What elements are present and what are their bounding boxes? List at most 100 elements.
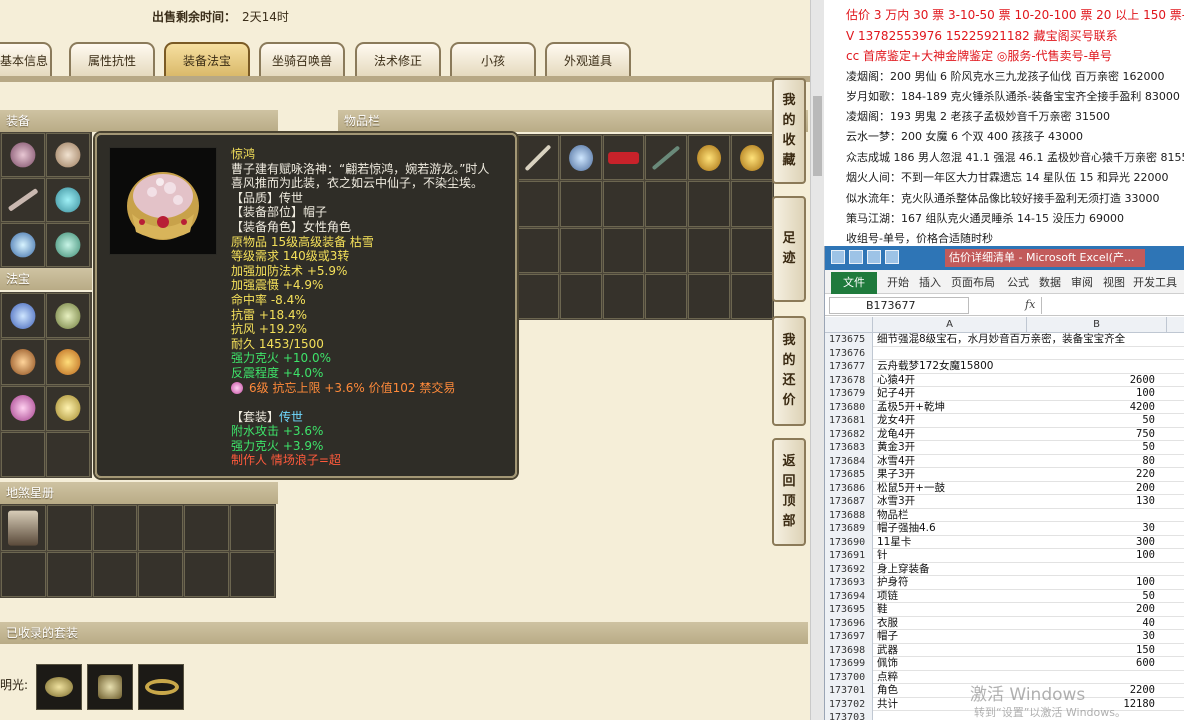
cell-b[interactable]: 80 <box>1027 455 1155 468</box>
inventory-slot[interactable] <box>645 135 688 181</box>
cell-a[interactable]: 心猿4开 <box>877 374 1027 387</box>
inventory-slot[interactable] <box>602 135 645 181</box>
equip-slot[interactable] <box>1 178 45 222</box>
row-number[interactable]: 173701 <box>825 684 873 698</box>
treasure-slot[interactable] <box>1 339 45 385</box>
scrollbar-thumb[interactable] <box>813 96 822 176</box>
cell-b[interactable]: 200 <box>1027 603 1155 616</box>
suit-item[interactable] <box>36 664 82 710</box>
row-number[interactable]: 173679 <box>825 387 873 401</box>
inventory-slot[interactable] <box>731 273 773 319</box>
inventory-slot[interactable] <box>517 273 559 319</box>
inventory-slot[interactable] <box>645 227 688 273</box>
row-number[interactable]: 173698 <box>825 643 873 657</box>
ribbon-tab-developer[interactable]: 开发工具 <box>1133 274 1177 290</box>
cell-a[interactable]: 妃子4开 <box>877 387 1027 400</box>
inventory-slot[interactable] <box>688 273 731 319</box>
cell-a[interactable]: 果子3开 <box>877 468 1027 481</box>
cell-a[interactable]: 针 <box>877 549 1027 562</box>
select-all-corner[interactable] <box>825 317 873 333</box>
suit-item[interactable] <box>138 664 184 710</box>
row-number[interactable]: 173702 <box>825 697 873 711</box>
row-number[interactable]: 173680 <box>825 400 873 414</box>
sheet-row[interactable]: 173675 细节强混8级宝石，水月妙音百万亲密，装备宝宝齐全 <box>825 333 1184 347</box>
row-number[interactable]: 173693 <box>825 576 873 590</box>
inventory-slot[interactable] <box>559 273 602 319</box>
equip-slot[interactable] <box>46 178 90 222</box>
footprint-button[interactable]: 足迹 <box>772 196 806 302</box>
inventory-slot[interactable] <box>731 181 773 227</box>
inventory-slot[interactable] <box>688 227 731 273</box>
suit-item[interactable] <box>87 664 133 710</box>
sheet-row[interactable]: 173686 松鼠5开+一鼓 200 <box>825 481 1184 495</box>
cell-b[interactable]: 50 <box>1027 441 1155 454</box>
sheet-row[interactable]: 173695 鞋 200 <box>825 603 1184 617</box>
row-number[interactable]: 173677 <box>825 360 873 374</box>
treasure-slot[interactable] <box>1 293 45 339</box>
cell-b[interactable]: 4200 <box>1027 401 1155 414</box>
cell-a[interactable]: 云舟载梦172女魔15800 <box>877 360 1027 373</box>
star-slot[interactable] <box>138 505 184 551</box>
row-number[interactable]: 173675 <box>825 333 873 347</box>
cell-b[interactable]: 100 <box>1027 387 1155 400</box>
favorites-button[interactable]: 我的收藏 <box>772 78 806 184</box>
treasure-slot[interactable] <box>46 293 90 339</box>
star-slot[interactable] <box>46 551 92 597</box>
cell-b[interactable]: 300 <box>1027 536 1155 549</box>
cell-a[interactable]: 物品栏 <box>877 509 1027 522</box>
row-number[interactable]: 173691 <box>825 549 873 563</box>
star-slot[interactable] <box>1 551 46 597</box>
row-number[interactable]: 173690 <box>825 535 873 549</box>
redo-icon[interactable] <box>885 250 899 264</box>
equip-slot[interactable] <box>1 223 45 267</box>
sheet-row[interactable]: 173684 冰雪4开 80 <box>825 454 1184 468</box>
cell-a[interactable]: 孟极5开+乾坤 <box>877 401 1027 414</box>
ribbon-tab-formulas[interactable]: 公式 <box>1007 274 1029 290</box>
tab-appearance[interactable]: 外观道具 <box>545 42 631 78</box>
cell-b[interactable]: 30 <box>1027 522 1155 535</box>
row-number[interactable]: 173700 <box>825 670 873 684</box>
sheet-row[interactable]: 173690 11星卡 300 <box>825 535 1184 549</box>
row-number[interactable]: 173695 <box>825 603 873 617</box>
fx-icon[interactable]: fx <box>1025 298 1035 311</box>
star-slot[interactable] <box>184 551 230 597</box>
row-number[interactable]: 173703 <box>825 711 873 720</box>
sheet-row[interactable]: 173679 妃子4开 100 <box>825 387 1184 401</box>
cell-a[interactable]: 衣服 <box>877 617 1027 630</box>
inventory-slot[interactable] <box>688 135 731 181</box>
star-slot[interactable] <box>92 505 138 551</box>
inventory-slot[interactable] <box>559 135 602 181</box>
row-number[interactable]: 173692 <box>825 562 873 576</box>
cell-b[interactable]: 750 <box>1027 428 1155 441</box>
save-icon[interactable] <box>849 250 863 264</box>
tab-spells[interactable]: 法术修正 <box>355 42 441 78</box>
star-slot[interactable] <box>230 505 275 551</box>
treasure-slot[interactable] <box>46 339 90 385</box>
cell-a[interactable]: 11星卡 <box>877 536 1027 549</box>
ribbon-tab-review[interactable]: 审阅 <box>1071 274 1093 290</box>
tab-equipment[interactable]: 装备法宝 <box>164 42 250 78</box>
star-slot[interactable] <box>1 505 46 551</box>
cell-b[interactable]: 100 <box>1027 549 1155 562</box>
cell-a[interactable]: 帽子强抽4.6 <box>877 522 1027 535</box>
inventory-slot[interactable] <box>602 227 645 273</box>
sheet-row[interactable]: 173676 <box>825 346 1184 360</box>
row-number[interactable]: 173681 <box>825 414 873 428</box>
cell-b[interactable]: 600 <box>1027 657 1155 670</box>
inventory-slot[interactable] <box>602 181 645 227</box>
tab-mounts[interactable]: 坐骑召唤兽 <box>259 42 345 78</box>
inventory-slot[interactable] <box>731 227 773 273</box>
cell-a[interactable]: 武器 <box>877 644 1027 657</box>
column-header-b[interactable]: B <box>1027 317 1167 333</box>
ribbon-tab-file[interactable]: 文件 <box>831 272 877 294</box>
inventory-slot[interactable] <box>517 181 559 227</box>
star-slot[interactable] <box>184 505 230 551</box>
cell-b[interactable]: 50 <box>1027 414 1155 427</box>
cell-a[interactable]: 细节强混8级宝石，水月妙音百万亲密，装备宝宝齐全 <box>877 333 1125 346</box>
row-number[interactable]: 173694 <box>825 589 873 603</box>
ribbon-tab-view[interactable]: 视图 <box>1103 274 1125 290</box>
page-scrollbar[interactable] <box>810 0 824 720</box>
cell-a[interactable]: 身上穿装备 <box>877 563 1027 576</box>
treasure-slot[interactable] <box>1 431 45 477</box>
cell-a[interactable]: 项链 <box>877 590 1027 603</box>
